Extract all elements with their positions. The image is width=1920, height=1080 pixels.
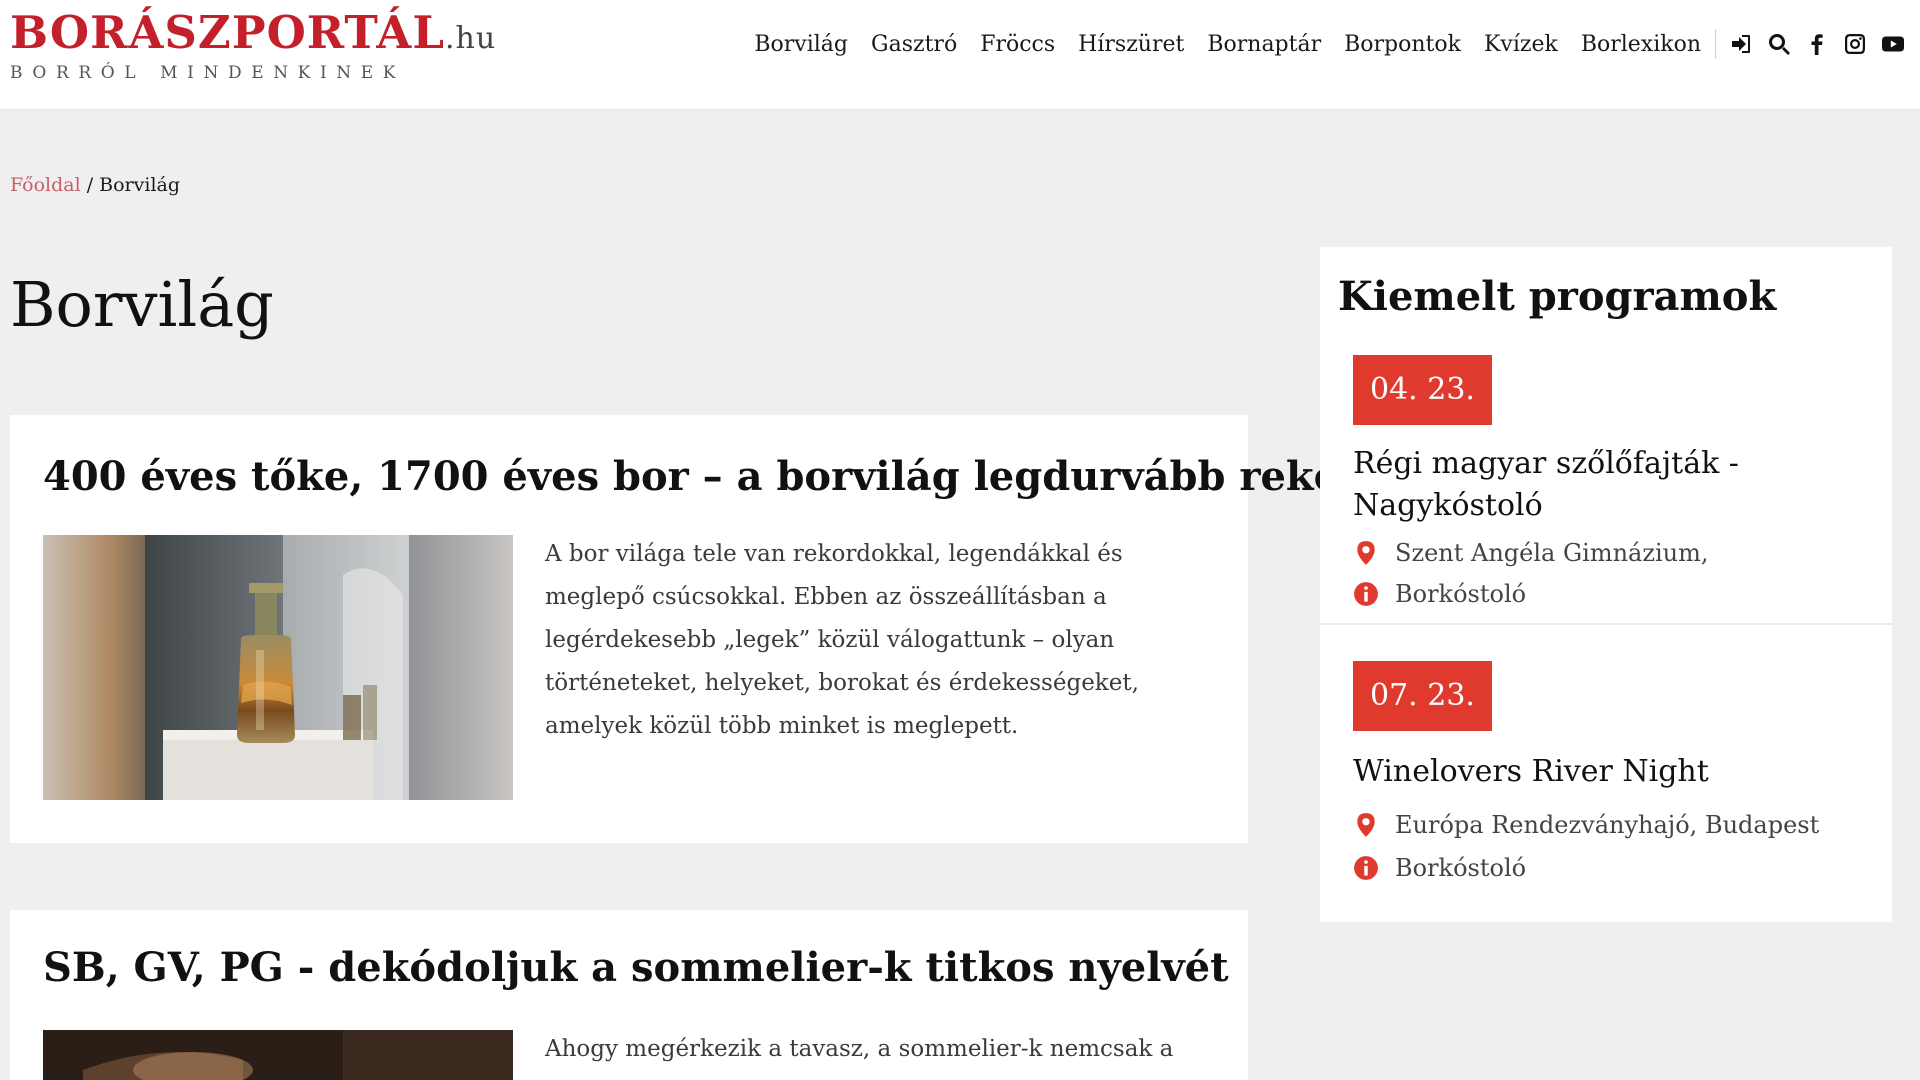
breadcrumb-home-link[interactable]: Főoldal: [10, 174, 81, 196]
nav-item-kvizek[interactable]: Kvízek: [1484, 32, 1558, 57]
logo-wordmark: BORÁSZPORTÁL.hu: [10, 6, 495, 64]
facebook-icon[interactable]: [1804, 31, 1830, 57]
event-location: Európa Rendezványhajó, Budapest: [1353, 811, 1819, 839]
breadcrumb: Főoldal / Borvilág: [10, 174, 180, 196]
nav-item-borvilag[interactable]: Borvilág: [754, 32, 848, 57]
featured-events-sidebar: Kiemelt programok 04. 23. Régi magyar sz…: [1320, 247, 1892, 922]
event-location-text: Szent Angéla Gimnázium,: [1395, 539, 1709, 567]
event-type: Borkóstoló: [1353, 580, 1526, 608]
login-icon[interactable]: [1728, 31, 1754, 57]
info-icon: [1354, 582, 1378, 606]
article-thumbnail-ancient-wine-bottle[interactable]: [43, 535, 513, 800]
article-title-link[interactable]: SB, GV, PG - dekódoljuk a sommelier-k ti…: [43, 944, 1229, 991]
event-date-badge: 04. 23.: [1353, 355, 1492, 425]
article-card: SB, GV, PG - dekódoljuk a sommelier-k ti…: [10, 910, 1248, 1080]
breadcrumb-current: Borvilág: [99, 174, 181, 196]
logo-domain: .hu: [444, 21, 497, 56]
page-title: Borvilág: [10, 268, 274, 341]
event-type: Borkóstoló: [1353, 854, 1526, 882]
nav-divider: [1715, 29, 1716, 59]
logo-tagline: BORRÓL MINDENKINEK: [10, 63, 406, 83]
main-nav: Borvilág Gasztró Fröccs Hírszüret Bornap…: [731, 24, 1906, 64]
nav-item-hirszuret[interactable]: Hírszüret: [1078, 32, 1184, 57]
site-header: BORÁSZPORTÁL.hu BORRÓL MINDENKINEK Borvi…: [0, 0, 1920, 109]
nav-item-bornaptar[interactable]: Bornaptár: [1207, 32, 1321, 57]
nav-item-borlexikon[interactable]: Borlexikon: [1581, 32, 1701, 57]
article-card: 400 éves tőke, 1700 éves bor – a borvilá…: [10, 415, 1445, 843]
nav-item-froccs[interactable]: Fröccs: [980, 32, 1055, 57]
nav-item-gasztro[interactable]: Gasztró: [871, 32, 957, 57]
instagram-icon[interactable]: [1842, 31, 1868, 57]
article-excerpt: Ahogy megérkezik a tavasz, a sommelier-k…: [545, 1036, 1174, 1062]
event-item: 04. 23. Régi magyar szőlőfajták - Nagykó…: [1320, 355, 1892, 625]
sidebar-title: Kiemelt programok: [1338, 273, 1777, 320]
event-item: 07. 23. Winelovers River Night Európa Re…: [1320, 661, 1892, 911]
breadcrumb-separator: /: [80, 174, 100, 196]
event-type-text: Borkóstoló: [1395, 580, 1527, 608]
event-type-text: Borkóstoló: [1395, 854, 1527, 882]
logo-word-portal: PORTÁL: [231, 6, 445, 59]
event-location: Szent Angéla Gimnázium,: [1353, 539, 1709, 567]
sommelier-illustration: [43, 1030, 513, 1080]
wine-bottle-illustration: [43, 535, 513, 800]
logo-word-borasz: BORÁSZ: [10, 6, 232, 59]
info-icon: [1354, 856, 1378, 880]
article-excerpt: A bor világa tele van rekordokkal, legen…: [545, 541, 1139, 739]
article-title-link[interactable]: 400 éves tőke, 1700 éves bor – a borvilá…: [43, 453, 1445, 500]
map-pin-icon: [1357, 813, 1375, 837]
search-icon[interactable]: [1766, 31, 1792, 57]
map-pin-icon: [1357, 541, 1375, 565]
event-title-link[interactable]: Winelovers River Night: [1353, 751, 1853, 793]
nav-item-borpontok[interactable]: Borpontok: [1344, 32, 1461, 57]
youtube-icon[interactable]: [1880, 31, 1906, 57]
event-date-badge: 07. 23.: [1353, 661, 1492, 731]
article-thumbnail-sommelier[interactable]: [43, 1030, 513, 1080]
event-title-link[interactable]: Régi magyar szőlőfajták - Nagykóstoló: [1353, 443, 1853, 527]
site-logo[interactable]: BORÁSZPORTÁL.hu BORRÓL MINDENKINEK: [10, 6, 495, 83]
event-location-text: Európa Rendezványhajó, Budapest: [1395, 811, 1820, 839]
